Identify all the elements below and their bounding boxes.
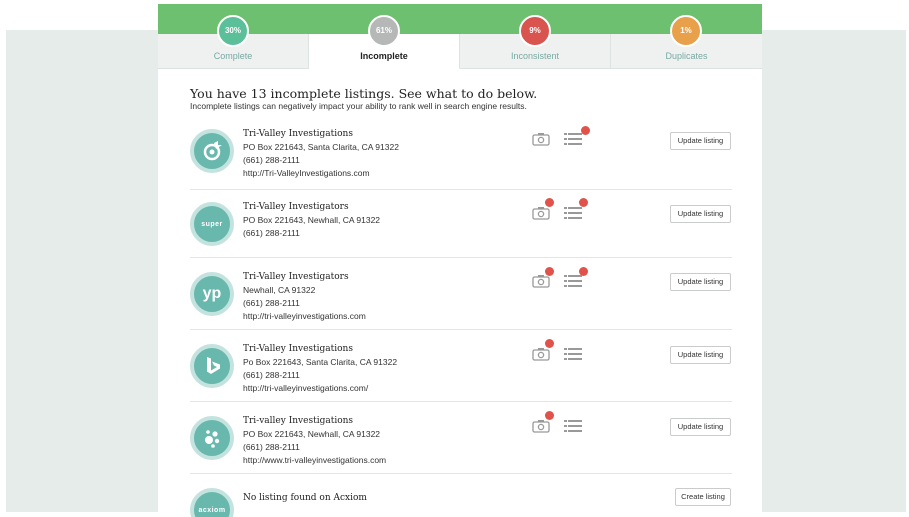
listing-phone: (661) 288-2111 [243, 155, 300, 165]
listing-address: PO Box 221643, Newhall, CA 91322 [243, 215, 381, 225]
listing-name: No listing found on Acxiom [243, 493, 367, 503]
camera-icon[interactable] [532, 419, 550, 433]
listing-url: http://tri-valleyinvestigations.com [243, 311, 366, 321]
page-subtitle: Incomplete listings can negatively impac… [190, 101, 527, 111]
yp-logo-icon: yp [190, 272, 234, 316]
listing-row: Tri-valley Investigations PO Box 221643,… [190, 402, 732, 474]
listing-phone: (661) 288-2111 [243, 370, 300, 380]
tab-complete[interactable]: 30% Complete [158, 15, 309, 69]
listing-url: http://tri-valleyinvestigations.com/ [243, 383, 369, 393]
page-title: You have 13 incomplete listings. See wha… [190, 86, 538, 101]
listing-phone: (661) 288-2111 [243, 442, 300, 452]
super-pages-logo-icon: super [190, 202, 234, 246]
listing-row: Tri-Valley Investigations PO Box 221643,… [190, 122, 732, 190]
tab-duplicates[interactable]: 1% Duplicates [611, 15, 762, 69]
listing-name: Tri-Valley Investigations [243, 344, 353, 354]
target-logo-icon [190, 129, 234, 173]
listing-url: http://Tri-ValleyInvestigations.com [243, 168, 370, 178]
listing-row: super Tri-Valley Investigators PO Box 22… [190, 190, 732, 258]
list-icon[interactable] [564, 206, 582, 220]
listing-name: Tri-valley Investigations [243, 416, 354, 426]
listing-url: http://www.tri-valleyinvestigations.com [243, 455, 387, 465]
tab-label: Duplicates [665, 51, 708, 61]
listing-phone: (661) 288-2111 [243, 298, 300, 308]
update-listing-button[interactable]: Update listing [670, 418, 731, 436]
list-icon[interactable] [564, 419, 582, 433]
listing-phone: (661) 288-2111 [243, 228, 300, 238]
list-icon[interactable] [564, 274, 582, 288]
inconsistent-percent-badge: 9% [519, 15, 551, 47]
listing-row: Tri-Valley Investigations Po Box 221643,… [190, 330, 732, 402]
update-listing-button[interactable]: Update listing [670, 273, 731, 291]
list-icon[interactable] [564, 347, 582, 361]
update-listing-button[interactable]: Update listing [670, 132, 731, 150]
listing-name: Tri-Valley Investigators [243, 272, 349, 282]
listing-address: Po Box 221643, Santa Clarita, CA 91322 [243, 357, 398, 367]
update-listing-button[interactable]: Update listing [670, 205, 731, 223]
status-tabs: 30% Complete 61% Incomplete 9% Inconsist… [158, 15, 762, 69]
duplicates-percent-badge: 1% [670, 15, 702, 47]
bing-logo-icon [190, 344, 234, 388]
photo-alert-dot [545, 198, 554, 207]
list-icon[interactable] [564, 132, 582, 146]
camera-icon[interactable] [532, 347, 550, 361]
photo-alert-dot [545, 267, 554, 276]
listing-name: Tri-Valley Investigators [243, 202, 349, 212]
listing-address: PO Box 221643, Newhall, CA 91322 [243, 429, 381, 439]
complete-percent-badge: 30% [217, 15, 249, 47]
listing-address: Newhall, CA 91322 [243, 285, 316, 295]
logo-text: acxiom [198, 507, 226, 514]
listing-row: acxiom No listing found on Acxiom Create… [190, 474, 732, 517]
acxiom-logo-icon: acxiom [190, 488, 234, 517]
listing-name: Tri-Valley Investigations [243, 129, 353, 139]
details-alert-dot [579, 198, 588, 207]
photo-alert-dot [545, 339, 554, 348]
camera-icon[interactable] [532, 274, 550, 288]
details-alert-dot [581, 126, 590, 135]
camera-icon[interactable] [532, 132, 550, 146]
create-listing-button[interactable]: Create listing [675, 488, 731, 506]
tab-label: Inconsistent [510, 51, 560, 61]
logo-text: super [201, 221, 223, 228]
camera-icon[interactable] [532, 206, 550, 220]
yelp-like-logo-icon [190, 416, 234, 460]
listing-row: yp Tri-Valley Investigators Newhall, CA … [190, 258, 732, 330]
listing-address: PO Box 221643, Santa Clarita, CA 91322 [243, 142, 399, 152]
photo-alert-dot [545, 411, 554, 420]
details-alert-dot [579, 267, 588, 276]
incomplete-percent-badge: 61% [368, 15, 400, 47]
tab-inconsistent[interactable]: 9% Inconsistent [460, 15, 611, 69]
tab-incomplete[interactable]: 61% Incomplete [309, 15, 460, 69]
tab-label: Incomplete [360, 51, 408, 61]
update-listing-button[interactable]: Update listing [670, 346, 731, 364]
listings-card: 30% Complete 61% Incomplete 9% Inconsist… [158, 4, 762, 517]
logo-text: yp [202, 285, 222, 302]
tab-label: Complete [213, 51, 253, 61]
